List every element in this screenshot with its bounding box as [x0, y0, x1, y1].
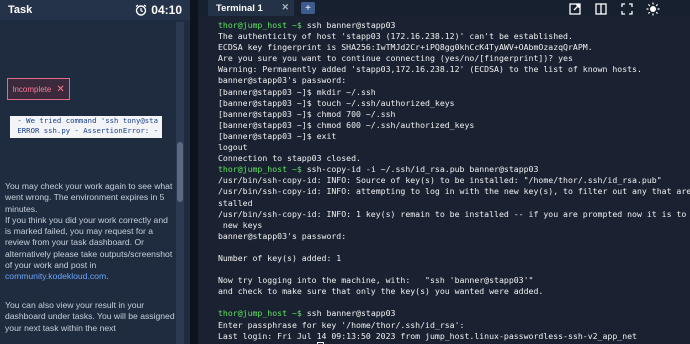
task-description-2: You can also view your result in your da…: [5, 300, 175, 333]
terminal-line: [banner@stapp03 ~]$ chmod 700 ~/.ssh: [218, 109, 690, 120]
shell-prompt: thor@jump_host ~$: [218, 20, 302, 30]
tab-label: Terminal 1: [216, 2, 263, 14]
task-title: Task: [8, 4, 33, 16]
error-line: ERROR ssh.py - AssertionError: -: [13, 126, 158, 135]
terminal-text: Are you sure you want to continue connec…: [218, 53, 573, 64]
terminal-line: Number of key(s) added: 1: [218, 253, 690, 264]
fullscreen-icon[interactable]: [620, 2, 634, 16]
terminal-line: new keys: [218, 220, 690, 231]
terminal-output[interactable]: thor@jump_host ~$ ssh banner@stapp03 The …: [218, 20, 690, 344]
terminal-line: Are you sure you want to continue connec…: [218, 53, 690, 64]
terminal-line: [banner@stapp03 ~]$ chmod 600 ~/.ssh/aut…: [218, 120, 690, 131]
task-header: Task 04:10: [0, 0, 190, 20]
terminal-line: /usr/bin/ssh-copy-id: INFO: attempting t…: [218, 186, 690, 197]
terminal-line: Enter passphrase for key '/home/thor/.ss…: [218, 320, 690, 331]
task-description: You may check your work again to see wha…: [5, 181, 175, 283]
terminal-line: Connection to stapp03 closed.: [218, 153, 690, 164]
terminal-text: [banner@stapp03 ~]$ chmod 700 ~/.ssh: [218, 108, 396, 119]
shell-prompt: thor@jump_host ~$: [218, 164, 302, 175]
terminal-line: ECDSA key fingerprint is SHA256:IwTMJd2C…: [218, 42, 690, 53]
timer: 04:10: [135, 3, 182, 17]
task-panel: Task 04:10 Incomplete ✕ - We tried comma…: [0, 0, 190, 344]
theme-toggle-icon[interactable]: [646, 2, 660, 16]
error-line: - We tried command 'ssh tony@sta: [13, 116, 158, 125]
terminal-text: banner@stapp03's password:: [218, 230, 347, 241]
community-link[interactable]: community.kodekloud.com: [5, 271, 106, 281]
terminal-text: Warning: Permanently added 'stapp03,172.…: [218, 64, 642, 75]
terminal-line: Now try logging into the machine, with: …: [218, 275, 690, 286]
split-pane-icon[interactable]: [594, 2, 608, 16]
close-tab-icon[interactable]: ✕: [281, 2, 289, 13]
timer-value: 04:10: [151, 3, 182, 17]
terminal-text: The authenticity of host 'stapp03 (172.1…: [218, 31, 573, 42]
terminal-line: banner@stapp03's password:: [218, 231, 690, 242]
terminal-text: and check to make sure that only the key…: [218, 286, 544, 297]
panel-divider[interactable]: [190, 0, 198, 344]
terminal-line: Warning: Permanently added 'stapp03,172.…: [218, 64, 690, 75]
terminal-text: ssh banner@stapp03: [301, 308, 396, 319]
terminal-line: Last login: Fri Jul 14 09:13:50 2023 fro…: [218, 331, 690, 342]
terminal-text: [banner@stapp03 ~]$ touch ~/.ssh/authori…: [218, 97, 455, 108]
alarm-clock-icon: [135, 4, 147, 16]
terminal-line: logout: [218, 142, 690, 153]
error-output-box: - We tried command 'ssh tony@sta ERROR s…: [10, 116, 162, 138]
terminal-text: banner@stapp03's password:: [218, 75, 347, 86]
terminal-line: banner@stapp03's password:: [218, 75, 690, 86]
terminal-text: new keys: [218, 219, 263, 230]
terminal-text: Last login: Fri Jul 14 09:13:50 2023 fro…: [218, 330, 637, 341]
terminal-line: stalled: [218, 198, 690, 209]
terminal-text: [banner@stapp03 ~]$ mkdir ~/.ssh: [218, 86, 376, 97]
terminal-line: [banner@stapp03 ~]$ mkdir ~/.ssh: [218, 87, 690, 98]
terminal-text: logout: [218, 142, 248, 153]
terminal-text: ssh-copy-id -i ~/.ssh/id_rsa.pub banner@…: [301, 164, 539, 175]
terminal-text: Number of key(s) added: 1: [218, 252, 342, 263]
terminal-line: /usr/bin/ssh-copy-id: INFO: 1 key(s) rem…: [218, 209, 690, 220]
tab-terminal-1[interactable]: Terminal 1 ✕: [208, 0, 294, 16]
shell-prompt: thor@jump_host ~$: [218, 308, 302, 319]
terminal-text: Connection to stapp03 closed.: [218, 153, 361, 164]
terminal-text: Now try logging into the machine, with: …: [218, 275, 534, 286]
terminal-text: /usr/bin/ssh-copy-id: INFO: Source of ke…: [218, 175, 662, 186]
terminal-text: [banner@stapp03 ~]$ chmod 600 ~/.ssh/aut…: [218, 119, 475, 130]
status-badge: Incomplete ✕: [7, 78, 70, 100]
terminal-line: /usr/bin/ssh-copy-id: INFO: Source of ke…: [218, 175, 690, 186]
terminal-line: [banner@stapp03 ~]$ touch ~/.ssh/authori…: [218, 98, 690, 109]
close-icon[interactable]: ✕: [56, 84, 64, 95]
description-end: .: [106, 271, 109, 282]
terminal-text: /usr/bin/ssh-copy-id: INFO: attempting t…: [218, 186, 690, 197]
terminal-text: [banner@stapp03 ~]$ exit: [218, 130, 337, 141]
terminal-text: ssh banner@stapp03: [301, 20, 396, 30]
terminal-line: and check to make sure that only the key…: [218, 286, 690, 297]
status-badge-label: Incomplete: [12, 84, 52, 94]
terminal-text: ECDSA key fingerprint is SHA256:IwTMJd2C…: [218, 42, 593, 53]
open-external-icon[interactable]: [568, 2, 582, 16]
terminal-line: The authenticity of host 'stapp03 (172.1…: [218, 31, 690, 42]
terminal-line: thor@jump_host ~$ ssh banner@stapp03: [218, 308, 690, 319]
terminal-line: thor@jump_host ~$ ssh-copy-id -i ~/.ssh/…: [218, 164, 690, 175]
terminal-text: stalled: [218, 197, 253, 208]
terminal-text: /usr/bin/ssh-copy-id: INFO: 1 key(s) rem…: [218, 208, 687, 219]
scrollbar-thumb[interactable]: [177, 142, 183, 202]
terminal-panel: Terminal 1 ✕ + thor@jump_host ~$ ssh ban…: [198, 0, 690, 344]
tab-bar: Terminal 1 ✕ +: [198, 0, 690, 16]
add-tab-button[interactable]: +: [301, 2, 315, 14]
terminal-text: Enter passphrase for key '/home/thor/.ss…: [218, 319, 465, 330]
description-text: You may check your work again to see wha…: [5, 181, 173, 271]
terminal-line: [banner@stapp03 ~]$ exit: [218, 131, 690, 142]
terminal-line: thor@jump_host ~$ ssh banner@stapp03: [218, 20, 690, 31]
